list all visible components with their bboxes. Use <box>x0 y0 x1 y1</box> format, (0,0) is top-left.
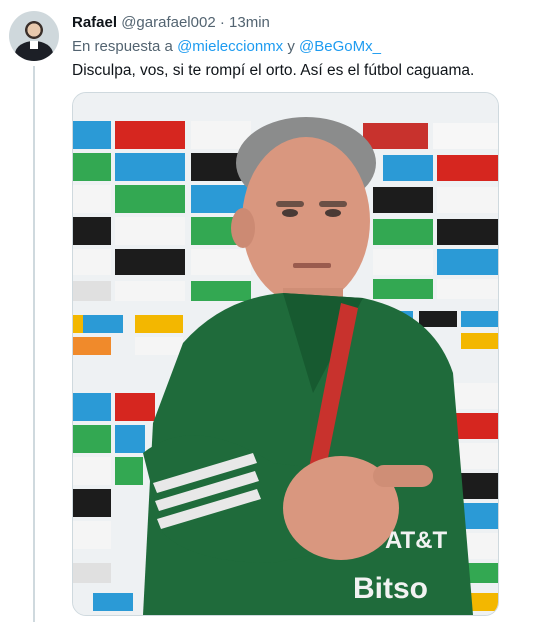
avatar[interactable] <box>9 11 59 61</box>
thread-line <box>33 66 35 622</box>
reply-mention-2[interactable]: @BeGoMx_ <box>299 38 381 55</box>
reply-mention-1[interactable]: @mieleccionmx <box>177 38 283 55</box>
reply-context: En respuesta a @mieleccionmx y @BeGoMx_ <box>72 38 381 56</box>
tweet-timestamp[interactable]: 13min <box>229 14 270 31</box>
jersey-sponsor-bitso: Bitso <box>353 572 428 605</box>
header-separator: · <box>219 14 225 31</box>
reply-joiner: y <box>287 38 295 55</box>
reply-prefix: En respuesta a <box>72 38 173 55</box>
jersey-sponsor-att: AT&T <box>385 527 448 554</box>
tweet-media[interactable]: AT&T Bitso <box>72 92 499 616</box>
author-handle[interactable]: @garafael002 <box>121 14 215 31</box>
tweet-text: Disculpa, vos, si te rompí el orto. Así … <box>72 62 475 79</box>
tweet-header: Rafael @garafael002 · 13min <box>72 14 270 32</box>
tweet[interactable]: Rafael @garafael002 · 13min En respuesta… <box>0 0 539 622</box>
avatar-collar <box>30 41 38 49</box>
author-name[interactable]: Rafael <box>72 14 117 31</box>
photo-coach-pointing: AT&T Bitso <box>73 93 498 615</box>
